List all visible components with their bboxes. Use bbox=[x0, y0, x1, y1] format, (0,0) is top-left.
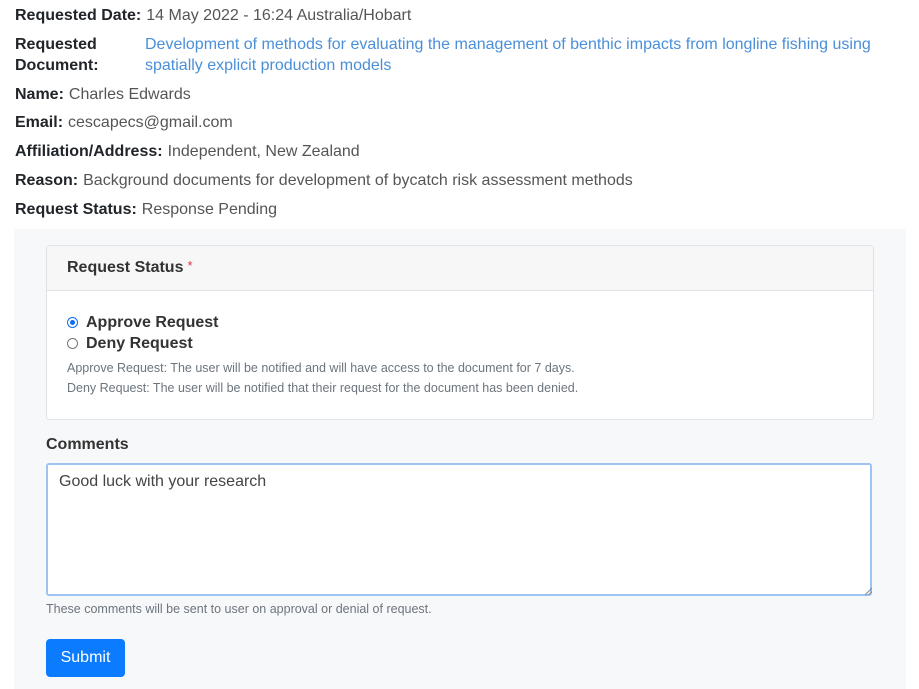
email-label: Email: bbox=[15, 114, 64, 131]
requested-date-label: Requested Date: bbox=[15, 7, 142, 24]
deny-request-radio[interactable] bbox=[67, 338, 78, 349]
requested-document-label-line2: Document: bbox=[15, 57, 99, 74]
name-label: Name: bbox=[15, 86, 64, 103]
requested-document-link[interactable]: Development of methods for evaluating th… bbox=[145, 34, 910, 76]
deny-request-label[interactable]: Deny Request bbox=[86, 335, 193, 353]
reason-value: Background documents for development of … bbox=[83, 172, 633, 189]
request-status-label: Request Status: bbox=[15, 201, 137, 218]
email-value: cescapecs@gmail.com bbox=[68, 114, 233, 131]
requested-document-row: Requested Document: Development of metho… bbox=[15, 34, 910, 76]
submit-button[interactable]: Submit bbox=[46, 639, 125, 677]
deny-help-text: Deny Request: The user will be notified … bbox=[67, 381, 579, 395]
request-status-card-title: Request Status bbox=[67, 259, 184, 276]
approve-request-label[interactable]: Approve Request bbox=[86, 314, 218, 332]
deny-request-option[interactable]: Deny Request bbox=[67, 333, 578, 354]
approve-help-text: Approve Request: The user will be notifi… bbox=[67, 361, 575, 375]
reason-label: Reason: bbox=[15, 172, 79, 189]
approve-request-option[interactable]: Approve Request bbox=[67, 312, 578, 333]
request-status-value: Response Pending bbox=[141, 201, 278, 218]
requested-document-label: Requested Document: bbox=[15, 34, 145, 76]
affiliation-label: Affiliation/Address: bbox=[15, 143, 163, 160]
comments-textarea[interactable]: Good luck with your research bbox=[46, 463, 872, 596]
requested-date-value: 14 May 2022 - 16:24 Australia/Hobart bbox=[146, 7, 412, 24]
affiliation-row: Affiliation/Address: Independent, New Ze… bbox=[15, 141, 360, 162]
name-row: Name: Charles Edwards bbox=[15, 84, 191, 105]
affiliation-value: Independent, New Zealand bbox=[167, 143, 360, 160]
request-status-options: Approve Request Deny Request Approve Req… bbox=[67, 312, 578, 398]
response-form-panel: Request Status * Approve Request Deny Re… bbox=[14, 229, 906, 689]
required-indicator: * bbox=[187, 257, 193, 273]
approve-request-radio[interactable] bbox=[67, 317, 78, 328]
request-status-row: Request Status: Response Pending bbox=[15, 199, 277, 220]
resize-handle-icon[interactable] bbox=[864, 587, 872, 595]
reason-row: Reason: Background documents for develop… bbox=[15, 170, 633, 191]
requested-date-row: Requested Date: 14 May 2022 - 16:24 Aust… bbox=[15, 5, 411, 26]
requested-document-label-line1: Requested bbox=[15, 36, 97, 53]
email-row: Email: cescapecs@gmail.com bbox=[15, 112, 233, 133]
comments-help-text: These comments will be sent to user on a… bbox=[46, 602, 432, 616]
comments-label: Comments bbox=[46, 436, 129, 453]
name-value: Charles Edwards bbox=[68, 86, 191, 103]
request-status-help: Approve Request: The user will be notifi… bbox=[67, 358, 578, 398]
request-status-card-header: Request Status * bbox=[47, 246, 873, 291]
request-status-card: Request Status * Approve Request Deny Re… bbox=[46, 245, 874, 420]
